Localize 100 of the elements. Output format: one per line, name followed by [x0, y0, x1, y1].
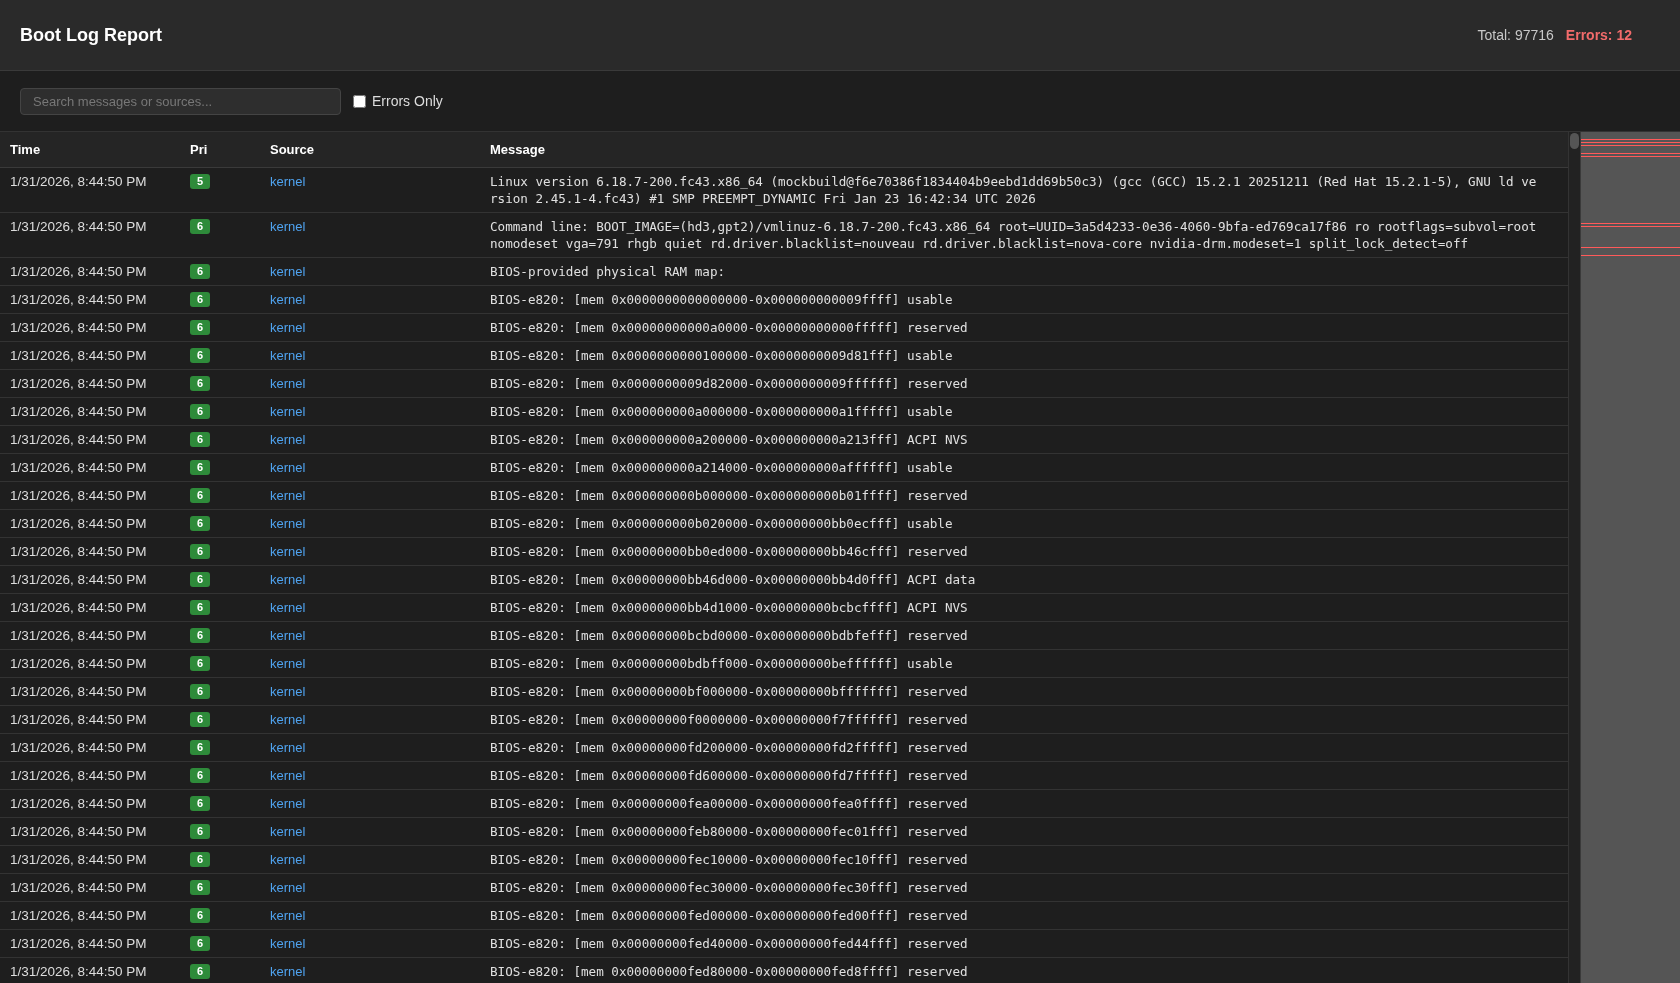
- message-cell: Linux version 6.18.7-200.fc43.x86_64 (mockbuild@f6e70386f1834404b9eebd1dd69b50c3) (gcc (GCC) 15.2.1 20251211 (Red Hat 15.2.1-5), GNU ld version 2.45.1-4.fc43) #1 SMP PREEMPT_DYNAMIC Fri Jan 23 16:42:34 UTC 2026: [480, 167, 1568, 212]
- message-cell: BIOS-e820: [mem 0x00000000bcbd0000-0x00000000bdbfefff] reserved: [480, 621, 1568, 649]
- message-cell: Command line: BOOT_IMAGE=(hd3,gpt2)/vmlinuz-6.18.7-200.fc43.x86_64 root=UUID=3a5d4233-0e36-4060-9bfa-ed769ca17f86 ro rootflags=subvol=root nomodeset vga=791 rhgb quiet rd.driver.blacklist=nouveau rd.driver.blacklist=nova-core nvidia-drm.modeset=1 split_lock_detect=off: [480, 212, 1568, 257]
- time-cell: 1/31/2026, 8:44:50 PM: [0, 565, 180, 593]
- page-title: Boot Log Report: [20, 23, 162, 47]
- time-cell: 1/31/2026, 8:44:50 PM: [0, 537, 180, 565]
- source-link[interactable]: kernel: [270, 543, 306, 559]
- source-link[interactable]: kernel: [270, 375, 306, 391]
- source-link[interactable]: kernel: [270, 935, 306, 951]
- time-cell: 1/31/2026, 8:44:50 PM: [0, 649, 180, 677]
- source-link[interactable]: kernel: [270, 907, 306, 923]
- source-link[interactable]: kernel: [270, 823, 306, 839]
- error-count: Errors: 12: [1565, 25, 1632, 45]
- time-cell: 1/31/2026, 8:44:50 PM: [0, 873, 180, 901]
- source-link[interactable]: kernel: [270, 218, 306, 234]
- priority-badge: 6: [190, 851, 211, 867]
- time-cell: 1/31/2026, 8:44:50 PM: [0, 817, 180, 845]
- message-cell: BIOS-e820: [mem 0x0000000009d82000-0x0000000009ffffff] reserved: [480, 369, 1568, 397]
- source-link[interactable]: kernel: [270, 319, 306, 335]
- column-header: Pri: [180, 132, 260, 167]
- message-cell: BIOS-e820: [mem 0x00000000bb0ed000-0x00000000bb46cfff] reserved: [480, 537, 1568, 565]
- source-link[interactable]: kernel: [270, 291, 306, 307]
- priority-badge: 6: [190, 543, 211, 559]
- time-cell: 1/31/2026, 8:44:50 PM: [0, 957, 180, 983]
- time-cell: 1/31/2026, 8:44:50 PM: [0, 425, 180, 453]
- time-cell: 1/31/2026, 8:44:50 PM: [0, 621, 180, 649]
- priority-badge: 6: [190, 291, 211, 307]
- message-cell: BIOS-e820: [mem 0x00000000fea00000-0x00000000fea0ffff] reserved: [480, 789, 1568, 817]
- source-link[interactable]: kernel: [270, 655, 306, 671]
- source-link[interactable]: kernel: [270, 515, 306, 531]
- source-link[interactable]: kernel: [270, 739, 306, 755]
- time-cell: 1/31/2026, 8:44:50 PM: [0, 481, 180, 509]
- source-link[interactable]: kernel: [270, 627, 306, 643]
- time-cell: 1/31/2026, 8:44:50 PM: [0, 212, 180, 257]
- message-cell: BIOS-e820: [mem 0x00000000fed80000-0x00000000fed8ffff] reserved: [480, 957, 1568, 983]
- source-link[interactable]: kernel: [270, 963, 306, 979]
- priority-badge: 6: [190, 879, 211, 895]
- priority-badge: 6: [190, 795, 211, 811]
- message-cell: BIOS-e820: [mem 0x00000000fed00000-0x00000000fed00fff] reserved: [480, 901, 1568, 929]
- priority-badge: 6: [190, 683, 211, 699]
- source-link[interactable]: kernel: [270, 599, 306, 615]
- message-cell: BIOS-e820: [mem 0x00000000fd200000-0x00000000fd2fffff] reserved: [480, 733, 1568, 761]
- source-link[interactable]: kernel: [270, 767, 306, 783]
- time-cell: 1/31/2026, 8:44:50 PM: [0, 341, 180, 369]
- source-link[interactable]: kernel: [270, 347, 306, 363]
- message-cell: BIOS-e820: [mem 0x000000000b000000-0x000000000b01ffff] reserved: [480, 481, 1568, 509]
- source-link[interactable]: kernel: [270, 459, 306, 475]
- message-cell: BIOS-e820: [mem 0x000000000a000000-0x000000000a1fffff] usable: [480, 397, 1568, 425]
- source-link[interactable]: kernel: [270, 851, 306, 867]
- priority-badge: 6: [190, 739, 211, 755]
- column-header: Time: [0, 132, 180, 167]
- source-link[interactable]: kernel: [270, 683, 306, 699]
- priority-badge: 6: [190, 599, 211, 615]
- time-cell: 1/31/2026, 8:44:50 PM: [0, 761, 180, 789]
- time-cell: 1/31/2026, 8:44:50 PM: [0, 705, 180, 733]
- source-link[interactable]: kernel: [270, 487, 306, 503]
- message-cell: BIOS-e820: [mem 0x000000000b020000-0x00000000bb0ecfff] usable: [480, 509, 1568, 537]
- priority-badge: 6: [190, 963, 211, 979]
- source-link[interactable]: kernel: [270, 263, 306, 279]
- priority-badge: 6: [190, 627, 211, 643]
- message-cell: BIOS-e820: [mem 0x00000000bdbff000-0x00000000beffffff] usable: [480, 649, 1568, 677]
- errors-only-label: Errors Only: [372, 91, 443, 111]
- source-link[interactable]: kernel: [270, 571, 306, 587]
- message-cell: BIOS-e820: [mem 0x00000000000a0000-0x00000000000fffff] reserved: [480, 313, 1568, 341]
- column-header: Message: [480, 132, 1568, 167]
- message-cell: BIOS-e820: [mem 0x00000000bb46d000-0x00000000bb4d0fff] ACPI data: [480, 565, 1568, 593]
- source-link[interactable]: kernel: [270, 173, 306, 189]
- priority-badge: 6: [190, 459, 211, 475]
- message-cell: BIOS-e820: [mem 0x0000000000000000-0x000000000009ffff] usable: [480, 285, 1568, 313]
- message-cell: BIOS-e820: [mem 0x00000000fd600000-0x00000000fd7fffff] reserved: [480, 761, 1568, 789]
- source-link[interactable]: kernel: [270, 431, 306, 447]
- search-field[interactable]: Search messages or sources...: [20, 87, 341, 115]
- message-cell: BIOS-e820: [mem 0x00000000fed40000-0x00000000fed44fff] reserved: [480, 929, 1568, 957]
- time-cell: 1/31/2026, 8:44:50 PM: [0, 285, 180, 313]
- errors-only-checkbox[interactable]: [353, 94, 366, 108]
- source-link[interactable]: kernel: [270, 795, 306, 811]
- priority-badge: 5: [190, 173, 211, 189]
- source-link[interactable]: kernel: [270, 711, 306, 727]
- time-cell: 1/31/2026, 8:44:50 PM: [0, 733, 180, 761]
- message-cell: BIOS-e820: [mem 0x00000000bf000000-0x00000000bfffffff] reserved: [480, 677, 1568, 705]
- scrollbar-thumb[interactable]: [1570, 133, 1579, 149]
- time-cell: 1/31/2026, 8:44:50 PM: [0, 167, 180, 212]
- message-cell: BIOS-e820: [mem 0x0000000000100000-0x0000000009d81fff] usable: [480, 341, 1568, 369]
- source-link[interactable]: kernel: [270, 403, 306, 419]
- time-cell: 1/31/2026, 8:44:50 PM: [0, 453, 180, 481]
- time-cell: 1/31/2026, 8:44:50 PM: [0, 901, 180, 929]
- priority-badge: 6: [190, 823, 211, 839]
- source-link[interactable]: kernel: [270, 879, 306, 895]
- priority-badge: 6: [190, 431, 211, 447]
- time-cell: 1/31/2026, 8:44:50 PM: [0, 677, 180, 705]
- total-count: Total: 97716: [1477, 25, 1554, 45]
- message-cell: BIOS-e820: [mem 0x00000000feb80000-0x00000000fec01fff] reserved: [480, 817, 1568, 845]
- priority-badge: 6: [190, 263, 211, 279]
- message-cell: BIOS-e820: [mem 0x000000000a214000-0x000000000affffff] usable: [480, 453, 1568, 481]
- priority-badge: 6: [190, 487, 211, 503]
- message-cell: BIOS-e820: [mem 0x00000000f0000000-0x00000000f7ffffff] reserved: [480, 705, 1568, 733]
- message-cell: BIOS-e820: [mem 0x00000000bb4d1000-0x00000000bcbcffff] ACPI NVS: [480, 593, 1568, 621]
- priority-badge: 6: [190, 375, 211, 391]
- priority-badge: 6: [190, 935, 211, 951]
- priority-badge: 6: [190, 218, 211, 234]
